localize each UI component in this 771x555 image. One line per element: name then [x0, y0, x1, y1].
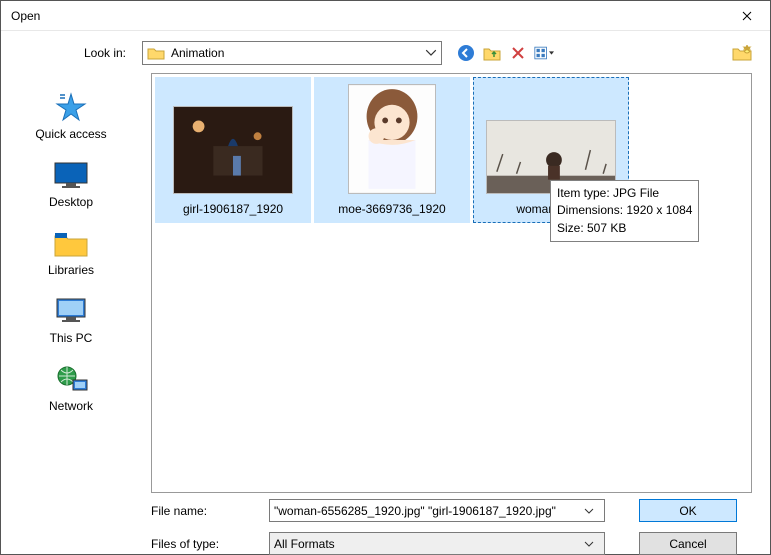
- filename-label: File name:: [151, 504, 269, 518]
- view-menu-button[interactable]: [534, 43, 554, 63]
- new-folder-button[interactable]: ★: [732, 45, 752, 61]
- thumbnail: [348, 84, 436, 194]
- folder-icon: [147, 46, 165, 60]
- place-label: This PC: [50, 331, 93, 345]
- desktop-icon: [52, 159, 90, 191]
- quick-access-icon: [52, 91, 90, 123]
- places-bar: Quick access Desktop Libraries This PC N…: [1, 73, 141, 493]
- file-name: girl-1906187_1920: [183, 202, 283, 216]
- chevron-down-icon: [584, 541, 600, 547]
- tooltip-line: Dimensions: 1920 x 1084: [557, 202, 692, 219]
- titlebar: Open: [1, 1, 770, 31]
- view-menu-icon: [534, 45, 554, 61]
- filename-value: "woman-6556285_1920.jpg" "girl-1906187_1…: [274, 504, 584, 518]
- tooltip-line: Size: 507 KB: [557, 220, 692, 237]
- close-icon: [742, 11, 752, 21]
- ok-button[interactable]: OK: [639, 499, 737, 522]
- body-area: Quick access Desktop Libraries This PC N…: [1, 73, 770, 493]
- filetype-value: All Formats: [274, 537, 584, 551]
- cancel-button[interactable]: Cancel: [639, 532, 737, 555]
- lookin-value: Animation: [171, 46, 419, 60]
- file-list[interactable]: girl-1906187_1920 moe-3669736_1920 woman…: [151, 73, 752, 493]
- filename-row: File name: "woman-6556285_1920.jpg" "gir…: [151, 499, 752, 522]
- file-item[interactable]: moe-3669736_1920: [314, 77, 470, 223]
- back-icon: [457, 44, 475, 62]
- up-button[interactable]: [482, 43, 502, 63]
- place-label: Desktop: [49, 195, 93, 209]
- place-quick-access[interactable]: Quick access: [1, 91, 141, 141]
- file-name: moe-3669736_1920: [338, 202, 445, 216]
- this-pc-icon: [52, 295, 90, 327]
- folder-up-icon: [483, 45, 501, 61]
- lookin-row: Look in: Animation ★: [1, 31, 770, 73]
- close-button[interactable]: [724, 1, 770, 31]
- svg-text:★: ★: [742, 45, 752, 55]
- ok-label: OK: [679, 504, 696, 518]
- new-folder-icon: ★: [732, 45, 752, 61]
- place-label: Libraries: [48, 263, 94, 277]
- nav-toolbar: [456, 43, 554, 63]
- filetype-combo[interactable]: All Formats: [269, 532, 605, 555]
- libraries-icon: [52, 227, 90, 259]
- chevron-down-icon: [584, 508, 600, 514]
- back-button[interactable]: [456, 43, 476, 63]
- thumbnail: [173, 106, 293, 194]
- network-icon: [52, 363, 90, 395]
- place-desktop[interactable]: Desktop: [1, 159, 141, 209]
- place-libraries[interactable]: Libraries: [1, 227, 141, 277]
- file-item[interactable]: girl-1906187_1920: [155, 77, 311, 223]
- filetype-row: Files of type: All Formats Cancel: [151, 532, 752, 555]
- delete-button[interactable]: [508, 43, 528, 63]
- lookin-label: Look in:: [19, 46, 134, 60]
- place-label: Quick access: [35, 127, 106, 141]
- tooltip: Item type: JPG File Dimensions: 1920 x 1…: [550, 180, 699, 242]
- lookin-dropdown[interactable]: Animation: [142, 41, 442, 65]
- window-title: Open: [11, 9, 40, 23]
- place-label: Network: [49, 399, 93, 413]
- filename-combo[interactable]: "woman-6556285_1920.jpg" "girl-1906187_1…: [269, 499, 605, 522]
- chevron-down-icon: [425, 49, 437, 56]
- tooltip-line: Item type: JPG File: [557, 185, 692, 202]
- filetype-label: Files of type:: [151, 537, 269, 551]
- place-this-pc[interactable]: This PC: [1, 295, 141, 345]
- place-network[interactable]: Network: [1, 363, 141, 413]
- delete-icon: [511, 46, 525, 60]
- bottom-panel: File name: "woman-6556285_1920.jpg" "gir…: [1, 493, 770, 555]
- cancel-label: Cancel: [669, 537, 706, 551]
